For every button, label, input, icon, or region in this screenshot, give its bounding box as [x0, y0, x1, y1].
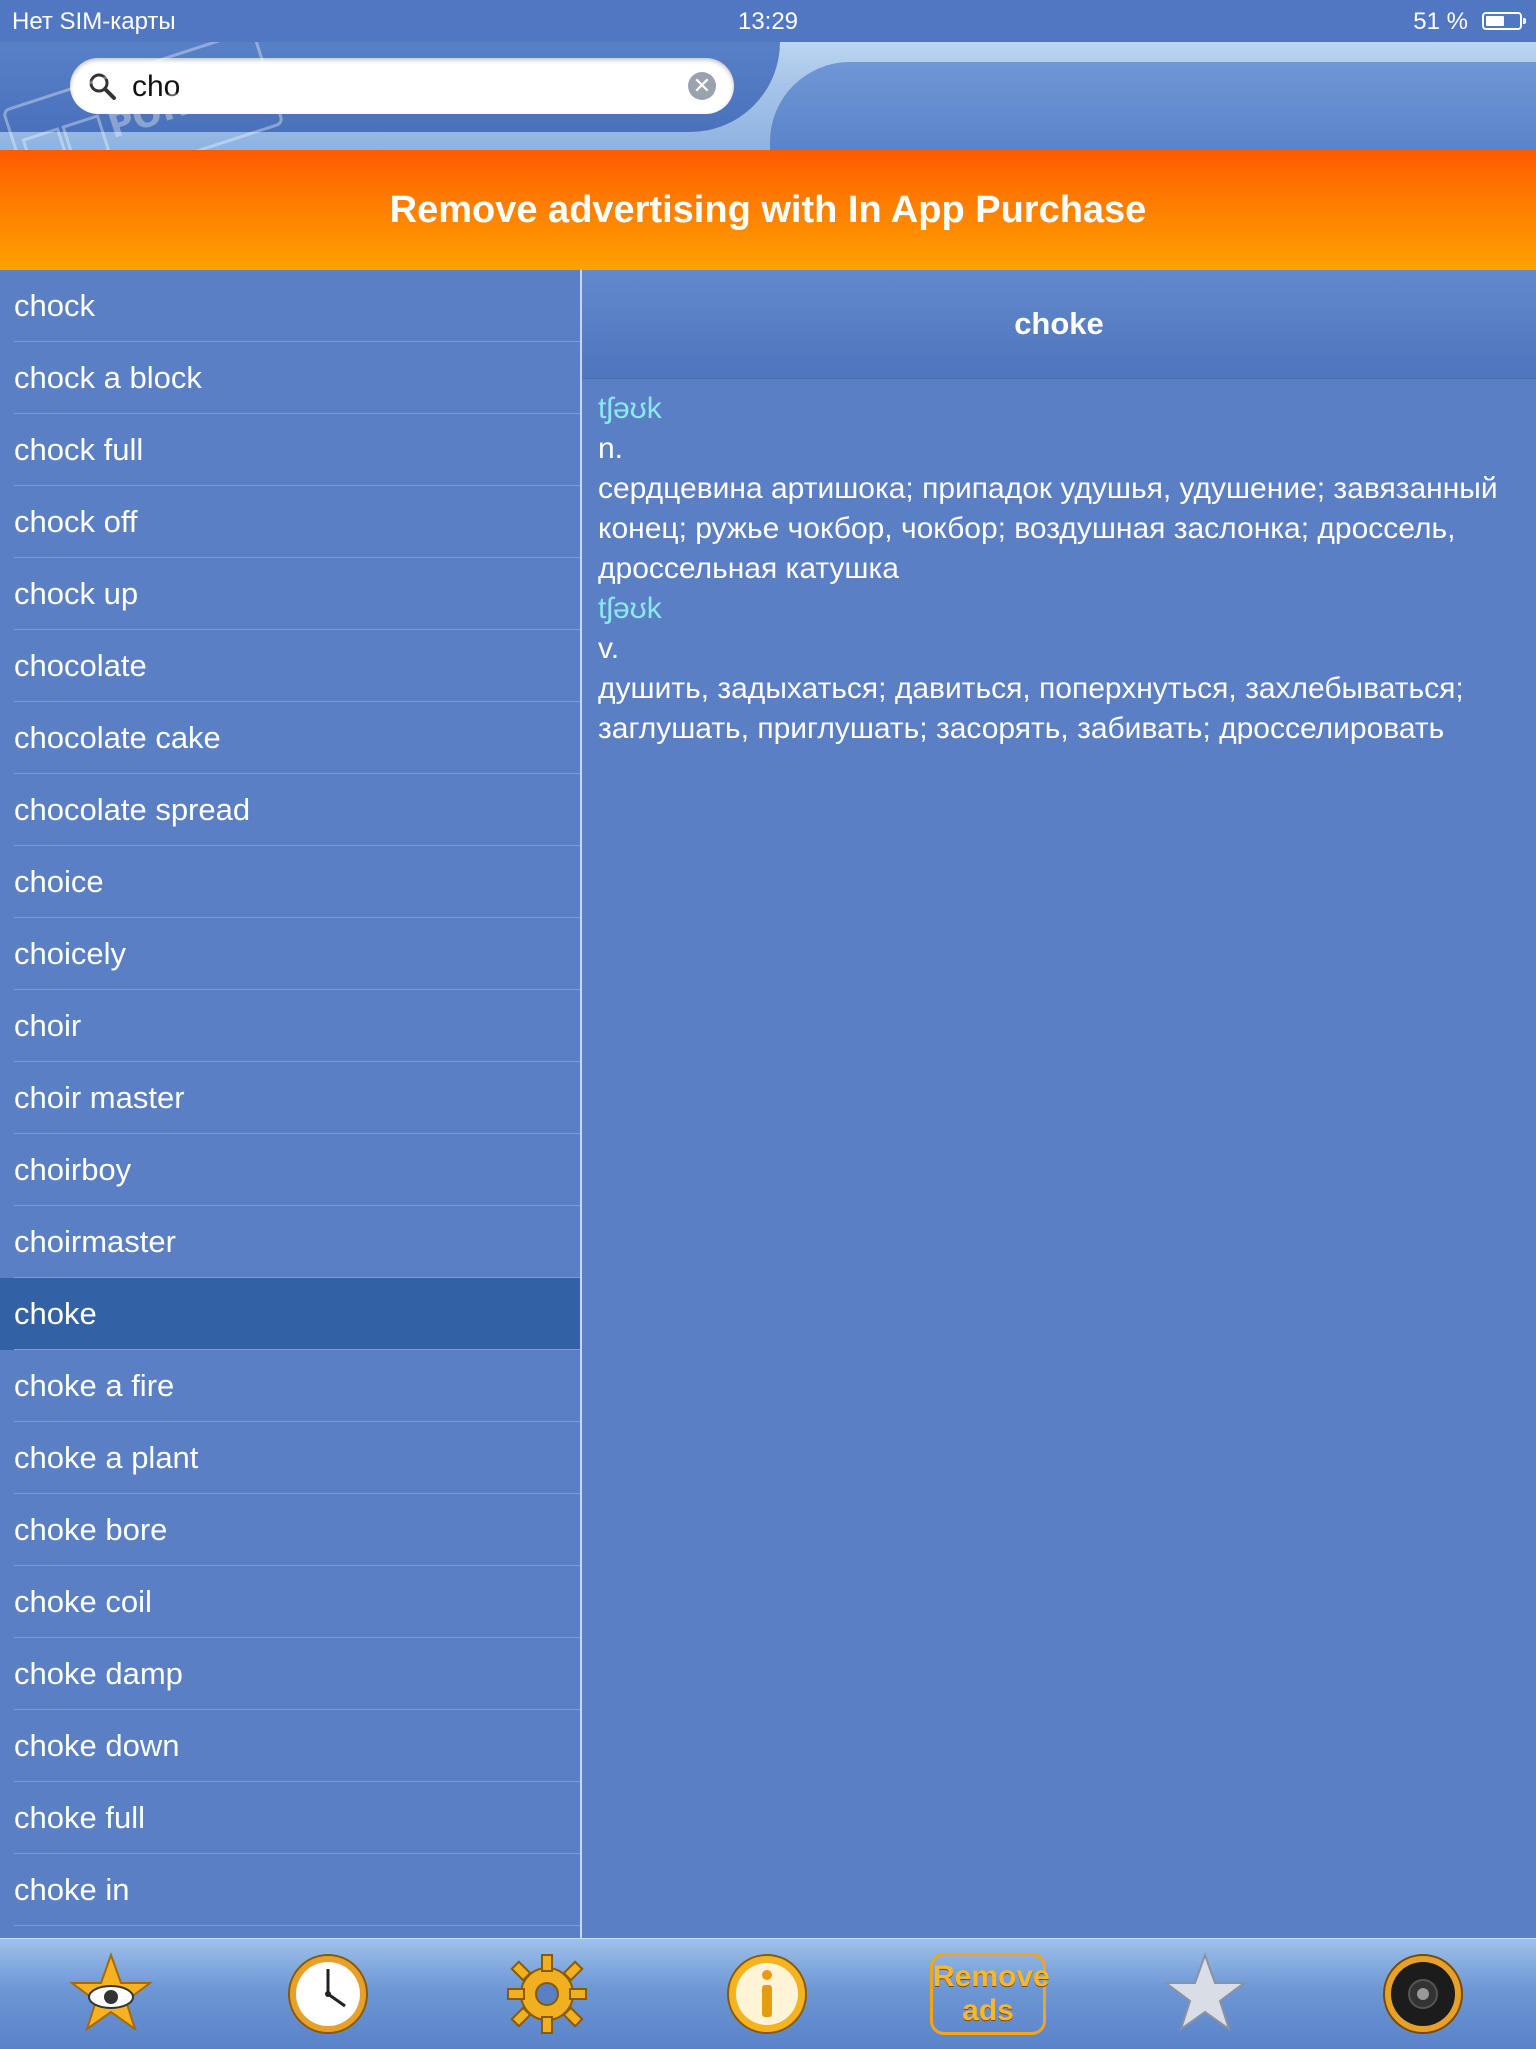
word-list-item[interactable]: chocolate spread — [0, 774, 580, 846]
magnifier-icon — [89, 73, 116, 100]
translation-text: сердцевина артишока; припадок удушья, уд… — [598, 472, 1498, 585]
word-list-item[interactable]: chocolate cake — [0, 702, 580, 774]
clock-label: 13:29 — [737, 8, 799, 35]
star-icon[interactable] — [1162, 1951, 1248, 2037]
word-list-item[interactable]: choke coil — [0, 1566, 580, 1638]
banner-text: Remove advertising with In App Purchase — [389, 188, 1147, 231]
battery-percent: 51 % — [1413, 8, 1468, 35]
word-list-item[interactable]: chock a block — [0, 342, 580, 414]
battery-icon — [1482, 12, 1526, 30]
clock-icon[interactable] — [285, 1951, 371, 2037]
dictionary-entry: tʃəʊk n. сердцевина артишока; припадок уду… — [598, 389, 1520, 589]
detail-title-bar: choke — [582, 270, 1536, 379]
transcription: tʃəʊk — [598, 592, 662, 625]
remove-ads-line1: Remove — [933, 1960, 1050, 1993]
transcription: tʃəʊk — [598, 392, 662, 425]
star-eye-icon[interactable] — [68, 1951, 154, 2037]
search-input[interactable] — [130, 66, 654, 108]
word-list-item[interactable]: choirmaster — [0, 1206, 580, 1278]
detail-body: tʃəʊk n. сердцевина артишока; припадок уду… — [582, 379, 1536, 759]
word-list-item[interactable]: choke — [0, 1278, 580, 1350]
word-list-item[interactable]: choke bore — [0, 1494, 580, 1566]
part-of-speech: n. — [598, 432, 624, 465]
translation-text: душить, задыхаться; давиться, поперхнуть… — [598, 672, 1464, 745]
info-icon[interactable] — [724, 1951, 810, 2037]
word-list-item[interactable]: chocolate — [0, 630, 580, 702]
word-list-item[interactable]: choir — [0, 990, 580, 1062]
word-list-item[interactable]: chock full — [0, 414, 580, 486]
search-field[interactable]: ✕ — [70, 58, 734, 114]
detail-title: choke — [1014, 306, 1104, 341]
remove-ads-line2: ads — [962, 1994, 1014, 2027]
word-list-item[interactable]: choicely — [0, 918, 580, 990]
search-header: ✕ PORTAL — [0, 42, 1536, 150]
word-list-item[interactable]: choirboy — [0, 1134, 580, 1206]
word-list-item[interactable]: chock up — [0, 558, 580, 630]
word-list-item[interactable]: choice — [0, 846, 580, 918]
word-list-item[interactable]: choke down — [0, 1710, 580, 1782]
word-list-item[interactable]: choir master — [0, 1062, 580, 1134]
word-list-item[interactable]: choke full — [0, 1782, 580, 1854]
bottom-toolbar: Remove ads — [0, 1938, 1536, 2049]
gear-icon[interactable] — [504, 1951, 590, 2037]
part-of-speech: v. — [598, 632, 620, 665]
word-list-item[interactable]: choke a plant — [0, 1422, 580, 1494]
speaker-icon[interactable] — [1380, 1951, 1466, 2037]
remove-ads-icon[interactable]: Remove ads — [930, 1953, 1050, 2035]
word-list-item[interactable]: choke in — [0, 1854, 580, 1926]
word-list-item[interactable]: choke damp — [0, 1638, 580, 1710]
remove-ads-banner[interactable]: Remove advertising with In App Purchase — [0, 150, 1536, 270]
word-list[interactable]: chock chock a block chock full chock off cho… — [0, 270, 582, 1938]
status-bar: Нет SIM-карты 13:29 51 % — [0, 0, 1536, 42]
detail-pane: choke tʃəʊk n. сердцевина артишока; припад… — [582, 270, 1536, 1938]
word-list-item[interactable]: chock off — [0, 486, 580, 558]
dictionary-entry: tʃəʊk v. душить, задыхаться; давиться, поп… — [598, 589, 1520, 749]
clear-x-icon[interactable]: ✕ — [688, 72, 716, 100]
word-list-item[interactable]: choke a fire — [0, 1350, 580, 1422]
word-list-item[interactable]: chock — [0, 270, 580, 342]
